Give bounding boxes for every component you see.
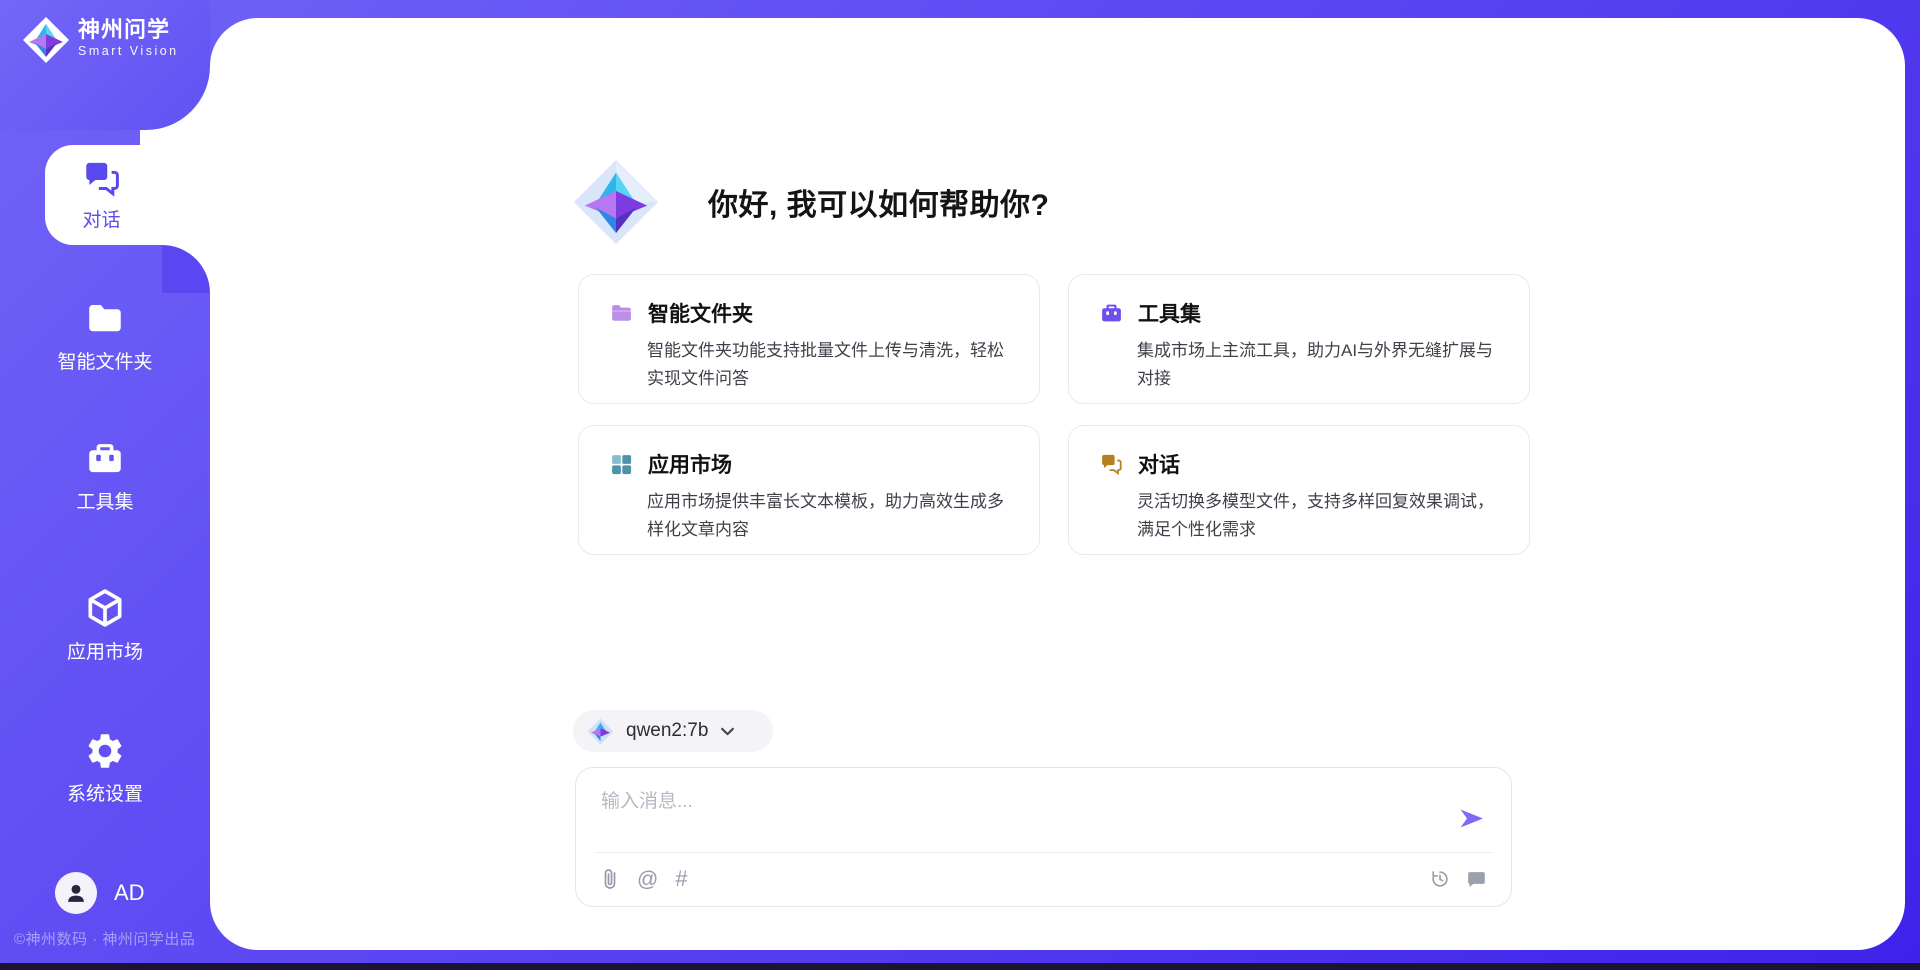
cube-icon — [83, 586, 127, 630]
greeting-title: 你好, 我可以如何帮助你? — [708, 180, 1050, 224]
sidebar-item-settings[interactable]: 系统设置 — [0, 730, 210, 806]
card-title: 智能文件夹 — [648, 298, 753, 328]
history-icon[interactable] — [1429, 868, 1451, 890]
active-tab-fillet — [162, 245, 210, 293]
composer-toolbar: @ # — [600, 867, 1487, 891]
sidebar-item-smart-folder[interactable]: 智能文件夹 — [0, 298, 210, 374]
card-toolset[interactable]: 工具集 集成市场上主流工具，助力AI与外界无缝扩展与对接 — [1068, 274, 1530, 404]
folder-icon — [609, 301, 634, 326]
composer-divider — [594, 852, 1493, 853]
user-profile[interactable]: AD — [55, 872, 145, 914]
sidebar-item-label: 智能文件夹 — [57, 347, 152, 374]
chevron-down-icon — [720, 726, 735, 737]
card-title: 应用市场 — [648, 449, 732, 479]
copyright-footer: ©神州数码 · 神州问学出品 — [14, 928, 195, 949]
sidebar-item-label: 应用市场 — [67, 637, 143, 664]
card-description: 智能文件夹功能支持批量文件上传与清洗，轻松实现文件问答 — [647, 337, 1015, 392]
grid-icon — [609, 452, 634, 477]
folder-icon — [84, 298, 126, 340]
toolbox-icon — [84, 438, 126, 480]
card-title: 对话 — [1138, 449, 1180, 479]
model-name: qwen2:7b — [626, 720, 708, 742]
send-button[interactable] — [1459, 808, 1485, 829]
sidebar-item-app-market[interactable]: 应用市场 — [0, 586, 210, 664]
user-initials: AD — [114, 880, 145, 906]
model-diamond-icon — [587, 718, 614, 745]
comments-icon[interactable] — [1466, 869, 1487, 890]
mention-icon[interactable]: @ — [637, 869, 658, 890]
chat-icon — [81, 158, 123, 200]
model-selector[interactable]: qwen2:7b — [573, 710, 773, 752]
bottom-strip — [0, 963, 1920, 970]
avatar — [55, 872, 97, 914]
card-chat[interactable]: 对话 灵活切换多模型文件，支持多样回复效果调试，满足个性化需求 — [1068, 425, 1530, 555]
chat-icon — [1099, 452, 1124, 477]
brand-diamond-logo-icon — [572, 158, 660, 246]
main-content-panel: 你好, 我可以如何帮助你? 智能文件夹 智能文件夹功能支持批量文件上传与清洗，轻… — [210, 18, 1905, 950]
message-composer: @ # — [575, 767, 1512, 907]
briefcase-icon — [1099, 301, 1124, 326]
sidebar-item-label: 工具集 — [76, 487, 133, 514]
attachment-icon[interactable] — [600, 867, 620, 891]
brand-subtitle: Smart Vision — [78, 44, 179, 58]
brand-logo-icon — [22, 16, 70, 64]
card-description: 集成市场上主流工具，助力AI与外界无缝扩展与对接 — [1137, 337, 1505, 392]
hash-icon[interactable]: # — [675, 868, 687, 890]
greeting-block: 你好, 我可以如何帮助你? — [572, 158, 1050, 246]
card-description: 应用市场提供丰富长文本模板，助力高效生成多样化文章内容 — [647, 488, 1015, 543]
sidebar-item-toolset[interactable]: 工具集 — [0, 438, 210, 514]
sidebar-item-chat[interactable]: 对话 — [45, 145, 210, 245]
app-window: 你好, 我可以如何帮助你? 智能文件夹 智能文件夹功能支持批量文件上传与清洗，轻… — [0, 0, 1920, 970]
card-smart-folder[interactable]: 智能文件夹 智能文件夹功能支持批量文件上传与清洗，轻松实现文件问答 — [578, 274, 1040, 404]
brand-name: 神州问学 — [78, 16, 179, 44]
brand-header: 神州问学 Smart Vision — [0, 0, 210, 130]
card-title: 工具集 — [1138, 298, 1201, 328]
card-description: 灵活切换多模型文件，支持多样回复效果调试，满足个性化需求 — [1137, 488, 1505, 543]
sidebar-item-label: 对话 — [82, 205, 120, 232]
gear-icon — [84, 730, 126, 772]
message-input[interactable] — [601, 786, 1441, 842]
sidebar-item-label: 系统设置 — [67, 779, 143, 806]
card-app-market[interactable]: 应用市场 应用市场提供丰富长文本模板，助力高效生成多样化文章内容 — [578, 425, 1040, 555]
